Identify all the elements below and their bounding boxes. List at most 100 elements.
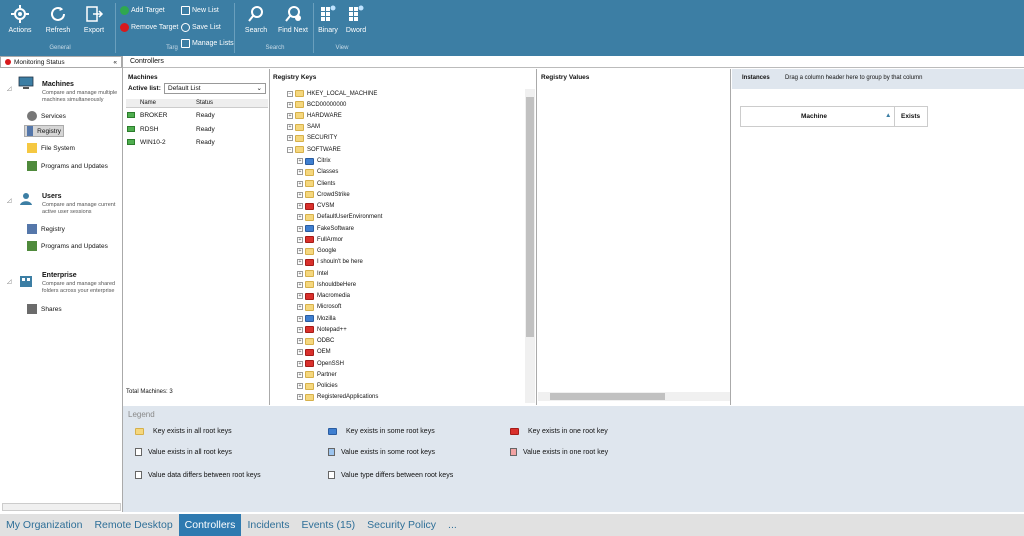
expand-toggle-icon[interactable]: +	[297, 180, 303, 187]
nav-machines-programs[interactable]: Programs and Updates	[25, 160, 110, 172]
tree-node[interactable]: + Mozilla	[297, 313, 336, 324]
tree-node[interactable]: + OEM	[297, 347, 331, 358]
expand-toggle-icon[interactable]: +	[297, 259, 303, 266]
scrollbar-thumb[interactable]	[526, 97, 534, 337]
tree-node[interactable]: + DefaultUserEnvironment	[297, 212, 382, 223]
new-list-button[interactable]: New List	[181, 5, 219, 16]
col-exists-header[interactable]: Exists	[901, 113, 920, 120]
tree-node[interactable]: + Notepad++	[297, 324, 347, 335]
expand-toggle-icon[interactable]: +	[297, 169, 303, 176]
group-by-bar[interactable]: Instances Drag a column header here to g…	[732, 69, 1024, 89]
col-name-header[interactable]: Name	[140, 100, 156, 106]
refresh-button[interactable]: Refresh	[38, 2, 78, 46]
expand-toggle-icon[interactable]: +	[287, 124, 293, 131]
active-list-dropdown[interactable]: Default List ⌄	[164, 83, 266, 94]
nav-machines-services[interactable]: Services	[25, 110, 68, 122]
expand-toggle-icon[interactable]: +	[297, 225, 303, 232]
dword-button[interactable]: Dword	[336, 2, 376, 46]
tree-node[interactable]: + RegisteredApplications	[297, 392, 378, 403]
tree-node[interactable]: + Citrix	[297, 156, 331, 167]
expand-chevron-icon[interactable]: ◿	[7, 85, 12, 92]
tree-node[interactable]: + I shouln't be here	[297, 257, 363, 268]
expand-toggle-icon[interactable]: +	[297, 158, 303, 164]
remove-target-button[interactable]: Remove Target	[120, 22, 178, 33]
expand-toggle-icon[interactable]: +	[287, 112, 293, 119]
tree-node[interactable]: − SOFTWARE	[287, 144, 341, 155]
tree-node[interactable]: + Policies	[297, 381, 338, 392]
expand-toggle-icon[interactable]: +	[297, 281, 303, 288]
nav-enterprise-shares[interactable]: Shares	[25, 303, 64, 315]
expand-toggle-icon[interactable]: +	[297, 191, 303, 198]
tree-node[interactable]: + OpenSSH	[297, 358, 344, 369]
add-target-button[interactable]: Add Target	[120, 5, 165, 16]
col-machine-header[interactable]: Machine	[801, 113, 827, 120]
tree-node[interactable]: + FakeSoftware	[297, 223, 354, 234]
expand-chevron-icon[interactable]: ◿	[7, 197, 12, 204]
expand-toggle-icon[interactable]: +	[297, 326, 303, 333]
registry-values-scrollbar[interactable]	[538, 392, 730, 401]
tab-incidents[interactable]: Incidents	[241, 514, 295, 536]
tab-remote-desktop[interactable]: Remote Desktop	[88, 514, 178, 536]
nav-users-registry[interactable]: Registry	[25, 223, 67, 235]
tab-more[interactable]: ...	[442, 514, 463, 536]
expand-toggle-icon[interactable]: +	[297, 293, 303, 299]
expand-toggle-icon[interactable]: −	[287, 146, 293, 153]
expand-toggle-icon[interactable]: +	[297, 315, 303, 322]
machines-title[interactable]: Machines	[42, 81, 74, 88]
left-nav-scrollbar[interactable]	[2, 503, 121, 511]
expand-toggle-icon[interactable]: +	[297, 349, 303, 356]
tree-node[interactable]: + BCD00000000	[287, 99, 346, 110]
expand-toggle-icon[interactable]: +	[297, 304, 303, 311]
tree-node[interactable]: + Classes	[297, 167, 338, 178]
tree-node[interactable]: + Partner	[297, 369, 337, 380]
expand-toggle-icon[interactable]: +	[297, 270, 303, 277]
tree-node[interactable]: + Intel	[297, 268, 328, 279]
find-next-button[interactable]: Find Next	[273, 2, 313, 46]
expand-chevron-icon[interactable]: ◿	[7, 278, 12, 285]
expand-toggle-icon[interactable]: +	[297, 203, 303, 209]
monitoring-status-header[interactable]: Monitoring Status «	[0, 56, 122, 68]
manage-lists-button[interactable]: Manage Lists	[181, 38, 234, 49]
actions-button[interactable]: Actions	[0, 2, 40, 46]
scrollbar-thumb[interactable]	[550, 393, 665, 400]
tree-node[interactable]: + FullArmor	[297, 234, 343, 245]
tree-node[interactable]: + HARDWARE	[287, 110, 342, 121]
expand-toggle-icon[interactable]: +	[297, 371, 303, 378]
tree-node[interactable]: + SAM	[287, 122, 320, 133]
tab-my-organization[interactable]: My Organization	[0, 514, 88, 536]
tree-node[interactable]: + Macromedia	[297, 291, 350, 302]
expand-toggle-icon[interactable]: +	[287, 135, 293, 142]
save-list-button[interactable]: Save List	[181, 22, 221, 33]
tree-node[interactable]: + IshouldbeHere	[297, 279, 356, 290]
tree-node[interactable]: + ODBC	[297, 336, 334, 347]
tab-security-policy[interactable]: Security Policy	[361, 514, 442, 536]
registry-keys-scrollbar[interactable]	[525, 89, 535, 403]
tab-controllers[interactable]: Controllers	[178, 514, 242, 536]
col-status-header[interactable]: Status	[196, 100, 213, 106]
nav-machines-file-system[interactable]: File System	[25, 142, 77, 154]
nav-machines-registry[interactable]: Registry	[24, 125, 64, 137]
search-button[interactable]: Search	[236, 2, 276, 46]
tab-events-15[interactable]: Events (15)	[295, 514, 361, 536]
expand-toggle-icon[interactable]: +	[297, 236, 303, 243]
tree-node[interactable]: + Google	[297, 246, 336, 257]
expand-toggle-icon[interactable]: +	[297, 360, 303, 367]
expand-toggle-icon[interactable]: −	[287, 90, 293, 97]
tree-node[interactable]: − HKEY_LOCAL_MACHINE	[287, 88, 377, 99]
tree-node[interactable]: + SECURITY	[287, 133, 337, 144]
tree-node[interactable]: + Clients	[297, 178, 335, 189]
tree-node[interactable]: + CrowdStrike	[297, 189, 350, 200]
tree-node[interactable]: + CVSM	[297, 201, 334, 212]
enterprise-title[interactable]: Enterprise	[42, 272, 77, 279]
expand-toggle-icon[interactable]: +	[297, 214, 303, 221]
expand-toggle-icon[interactable]: +	[287, 101, 293, 108]
nav-users-programs[interactable]: Programs and Updates	[25, 240, 110, 252]
expand-toggle-icon[interactable]: +	[297, 383, 303, 389]
machine-row[interactable]: BROKER Ready	[126, 110, 268, 121]
machine-row[interactable]: RDSH Ready	[126, 124, 268, 135]
export-button[interactable]: Export	[74, 2, 114, 46]
machine-row[interactable]: WIN10-2 Ready	[126, 137, 268, 148]
expand-toggle-icon[interactable]: +	[297, 248, 303, 254]
tree-node[interactable]: + Microsoft	[297, 302, 341, 313]
expand-toggle-icon[interactable]: +	[297, 394, 303, 401]
